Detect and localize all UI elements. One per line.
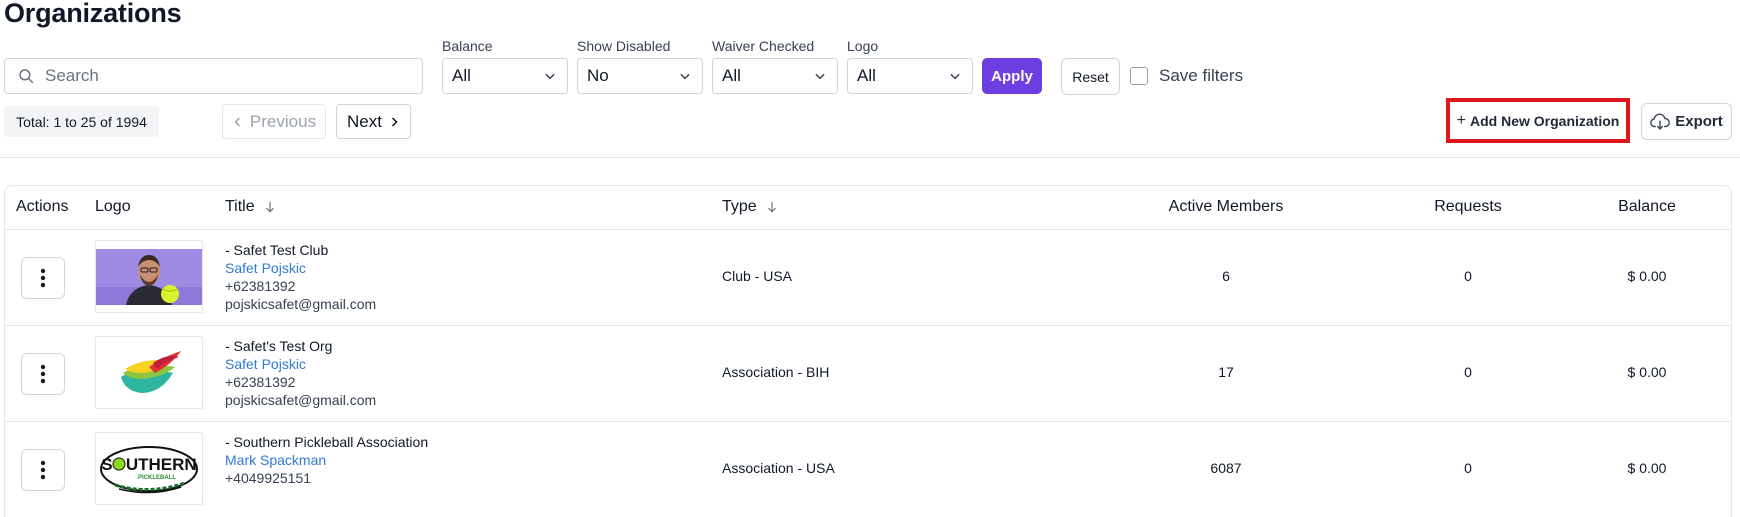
apply-button[interactable]: Apply	[982, 58, 1042, 94]
divider	[0, 157, 1740, 158]
page-title: Organizations	[4, 0, 182, 28]
search-box[interactable]	[4, 58, 423, 94]
next-label: Next	[347, 111, 382, 131]
chevron-right-icon	[391, 116, 398, 127]
org-logo	[95, 336, 203, 409]
show-disabled-filter-label: Show Disabled	[577, 38, 671, 54]
org-info: - Safet's Test Org Safet Pojskic +623813…	[225, 337, 376, 409]
chevron-down-icon	[545, 73, 555, 80]
table-row: - Safet Test Club Safet Pojskic +6238139…	[5, 230, 1731, 326]
organizations-table: Actions Logo Title Type Active Members R…	[4, 185, 1732, 517]
balance-filter-value: All	[452, 66, 471, 85]
org-title: - Safet's Test Org	[225, 338, 333, 354]
org-type: Association - BIH	[722, 364, 830, 380]
column-header-requests: Requests	[1434, 198, 1502, 215]
org-logo	[95, 240, 203, 313]
search-icon	[19, 69, 34, 84]
show-disabled-filter-value: No	[587, 66, 609, 85]
waiver-checked-filter-select[interactable]: All	[712, 58, 838, 94]
chevron-down-icon	[950, 73, 960, 80]
color-swoosh-logo	[121, 350, 181, 393]
show-disabled-filter-select[interactable]: No	[577, 58, 703, 94]
add-new-organization-label: Add New Organization	[1470, 112, 1620, 129]
org-logo: SOUTHERN PICKLEBALL	[95, 432, 203, 505]
org-email: pojskicsafet@gmail.com	[225, 392, 377, 408]
org-info: - Safet Test Club Safet Pojskic +6238139…	[225, 241, 376, 313]
logo-subtext: PICKLEBALL	[138, 475, 176, 481]
org-type: Association - USA	[722, 460, 835, 476]
org-phone: +4049925151	[225, 470, 312, 486]
logo-filter-select[interactable]: All	[847, 58, 973, 94]
org-phone: +62381392	[225, 374, 296, 390]
org-title: - Safet Test Club	[225, 242, 329, 258]
org-type: Club - USA	[722, 268, 793, 284]
previous-label: Previous	[249, 111, 317, 131]
more-vertical-icon	[40, 364, 46, 384]
reset-button[interactable]: Reset	[1061, 58, 1120, 95]
more-vertical-icon	[40, 460, 46, 480]
row-actions-button[interactable]	[21, 257, 65, 299]
logo-filter-value: All	[857, 66, 876, 85]
column-header-title[interactable]: Title	[225, 198, 277, 216]
org-email: pojskicsafet@gmail.com	[225, 296, 377, 312]
org-active-members: 6	[1222, 268, 1230, 284]
chevron-left-icon	[234, 116, 240, 127]
balance-filter-select[interactable]: All	[442, 58, 568, 94]
balance-filter-label: Balance	[442, 38, 493, 54]
sort-arrow-down-icon	[265, 201, 274, 213]
column-header-actions: Actions	[16, 198, 69, 215]
search-input[interactable]	[45, 66, 405, 86]
org-balance: $ 0.00	[1627, 268, 1667, 284]
waiver-checked-filter-value: All	[722, 66, 741, 85]
org-contact-link[interactable]: Safet Pojskic	[225, 355, 376, 373]
column-header-title-label: Title	[225, 198, 255, 215]
column-header-balance: Balance	[1618, 198, 1676, 215]
chevron-down-icon	[815, 73, 825, 80]
export-label: Export	[1675, 113, 1723, 130]
plus-icon: +	[1456, 111, 1466, 129]
total-count-badge: Total: 1 to 25 of 1994	[4, 106, 159, 137]
save-filters-toggle[interactable]: Save filters	[1130, 66, 1243, 86]
logo-filter-label: Logo	[847, 38, 879, 54]
org-active-members: 6087	[1210, 460, 1242, 476]
row-actions-button[interactable]	[21, 449, 65, 491]
previous-button[interactable]: Previous	[222, 104, 326, 139]
export-button[interactable]: Export	[1641, 103, 1732, 140]
org-contact-link[interactable]: Mark Spackman	[225, 451, 428, 469]
chevron-down-icon	[680, 73, 690, 80]
cloud-download-icon	[1650, 113, 1671, 130]
sort-arrow-down-icon	[767, 201, 776, 213]
southern-pickleball-logo: SOUTHERN PICKLEBALL	[100, 445, 198, 493]
org-active-members: 17	[1218, 364, 1234, 380]
next-button[interactable]: Next	[336, 104, 411, 139]
org-requests: 0	[1464, 364, 1472, 380]
add-new-organization-button[interactable]: + Add New Organization	[1446, 98, 1630, 143]
row-actions-button[interactable]	[21, 353, 65, 395]
waiver-checked-filter-label: Waiver Checked	[712, 38, 815, 54]
more-vertical-icon	[40, 268, 46, 288]
table-header: Actions Logo Title Type Active Members R…	[5, 186, 1731, 230]
org-requests: 0	[1464, 460, 1472, 476]
column-header-active-members: Active Members	[1168, 198, 1284, 215]
column-header-type-label: Type	[722, 198, 757, 215]
org-balance: $ 0.00	[1627, 364, 1667, 380]
save-filters-checkbox[interactable]	[1130, 67, 1148, 85]
column-header-type[interactable]: Type	[722, 198, 779, 216]
org-requests: 0	[1464, 268, 1472, 284]
table-row: SOUTHERN PICKLEBALL - Southern Picklebal…	[5, 422, 1731, 517]
org-balance: $ 0.00	[1627, 460, 1667, 476]
org-info: - Southern Pickleball Association Mark S…	[225, 433, 428, 487]
save-filters-label: Save filters	[1159, 66, 1244, 85]
org-phone: +62381392	[225, 278, 296, 294]
org-title: - Southern Pickleball Association	[225, 434, 429, 450]
table-row: - Safet's Test Org Safet Pojskic +623813…	[5, 326, 1731, 422]
column-header-logo: Logo	[95, 198, 131, 215]
person-photo-image	[96, 248, 202, 305]
org-contact-link[interactable]: Safet Pojskic	[225, 259, 376, 277]
